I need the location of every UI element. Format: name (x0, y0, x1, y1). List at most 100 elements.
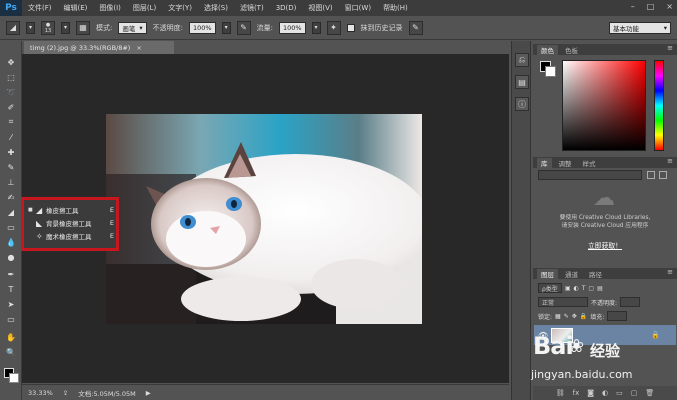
menu-file[interactable]: 文件(F) (22, 3, 58, 13)
filter-pixel-icon[interactable]: ▣ (565, 285, 571, 292)
blend-mode-select[interactable]: 正常 (538, 297, 588, 307)
hue-slider[interactable] (654, 60, 664, 151)
minimize-button[interactable]: – (631, 2, 635, 11)
layer-opacity-field[interactable] (620, 297, 641, 307)
filter-shape-icon[interactable]: ▢ (588, 285, 594, 292)
menu-type[interactable]: 文字(Y) (162, 3, 198, 13)
watermark-brand-2: 经验 (590, 342, 621, 360)
flyout-item-background-eraser[interactable]: ◣ 背景橡皮擦工具 E (28, 217, 116, 229)
tab-color[interactable]: 颜色 (537, 45, 558, 55)
tab-paths[interactable]: 路径 (585, 269, 606, 279)
menu-help[interactable]: 帮助(H) (377, 3, 414, 13)
history-brush-icon[interactable]: ✍ (5, 192, 17, 202)
workspace-select[interactable]: 基本功能 ▾ (609, 22, 671, 34)
panel-menu-icon[interactable]: ≡ (667, 157, 673, 165)
history-panel-icon[interactable]: ⎌ (515, 53, 529, 67)
list-view-icon[interactable] (659, 171, 667, 179)
hand-icon[interactable]: ✋ (5, 332, 17, 342)
chevron-right-icon[interactable]: ▶ (146, 389, 151, 397)
tab-swatches[interactable]: 色板 (561, 45, 582, 55)
marquee-icon[interactable]: ⬚ (5, 72, 17, 82)
panel-background-swatch[interactable] (545, 66, 556, 77)
dodge-icon[interactable]: ● (5, 252, 17, 262)
panel-menu-icon[interactable]: ≡ (667, 268, 673, 276)
move-icon[interactable]: ✥ (5, 57, 17, 67)
menu-filter[interactable]: 滤镜(T) (234, 3, 270, 13)
lock-pixels-icon[interactable]: ▦ (555, 313, 561, 320)
opacity-dropdown[interactable]: ▾ (221, 21, 231, 34)
filter-type-icon[interactable]: T (582, 285, 586, 292)
menu-edit[interactable]: 编辑(E) (58, 3, 94, 13)
lasso-icon[interactable]: ➰ (5, 87, 17, 97)
filter-smart-icon[interactable]: ▤ (597, 285, 603, 292)
type-icon[interactable]: T (5, 284, 17, 294)
info-panel-icon[interactable]: ⓘ (515, 97, 529, 111)
tab-layers[interactable]: 图层 (537, 269, 558, 279)
quick-select-icon[interactable]: ✐ (5, 102, 17, 112)
flow-dropdown[interactable]: ▾ (311, 21, 321, 34)
gradient-icon[interactable]: ▭ (5, 222, 17, 232)
history-checkbox[interactable] (346, 23, 355, 32)
eraser-preset-icon[interactable]: ◢ (6, 20, 20, 35)
fill-field[interactable] (607, 311, 628, 321)
flow-value: 100% (282, 23, 302, 32)
pressure-opacity-icon[interactable]: ✎ (236, 20, 251, 35)
menu-3d[interactable]: 3D(D) (270, 4, 303, 12)
path-select-icon[interactable]: ➤ (5, 299, 17, 309)
eraser-tool-flyout: ■ ◢ 橡皮擦工具 E ◣ 背景橡皮擦工具 E ✧ 魔术橡皮擦工具 E (21, 197, 119, 251)
brush-size-picker[interactable]: ● 13 (41, 20, 55, 35)
maximize-button[interactable]: □ (647, 2, 655, 11)
menu-view[interactable]: 视图(V) (302, 3, 338, 13)
tab-libraries[interactable]: 库 (537, 158, 552, 168)
eyedropper-icon[interactable]: ⁄ (5, 132, 17, 142)
layer-filter-select[interactable]: ρ类型 (538, 283, 562, 293)
shortcut-key: E (109, 219, 114, 227)
pressure-size-icon[interactable]: ✎ (408, 20, 423, 35)
flyout-item-eraser[interactable]: ■ ◢ 橡皮擦工具 E (28, 204, 116, 216)
opacity-value: 100% (192, 23, 212, 32)
lock-move-icon[interactable]: ✥ (572, 313, 577, 320)
flow-field[interactable]: 100% (278, 21, 306, 34)
crop-icon[interactable]: ⌗ (5, 117, 17, 127)
eraser-icon: ◢ (36, 205, 43, 215)
healing-icon[interactable]: ✚ (5, 147, 17, 157)
menu-image[interactable]: 图像(I) (93, 3, 127, 13)
zoom-level[interactable]: 33.33% (28, 389, 53, 397)
lock-paint-icon[interactable]: ✎ (564, 313, 569, 320)
menu-select[interactable]: 选择(S) (198, 3, 234, 13)
document-tab[interactable]: timg (2).jpg @ 33.3%(RGB/8#) × (24, 41, 174, 54)
shape-icon[interactable]: ▭ (5, 314, 17, 324)
filter-adjust-icon[interactable]: ◐ (573, 285, 578, 292)
library-select[interactable] (538, 170, 642, 180)
brush-dropdown[interactable]: ▾ (61, 21, 70, 34)
flyout-item-magic-eraser[interactable]: ✧ 魔术橡皮擦工具 E (28, 230, 116, 242)
opacity-field[interactable]: 100% (188, 21, 216, 34)
brush-icon[interactable]: ✎ (5, 162, 17, 172)
fill-label: 填充: (590, 313, 605, 321)
brush-panel-icon[interactable]: ▦ (76, 20, 90, 35)
mode-select[interactable]: 画笔 ▾ (118, 21, 147, 34)
tab-styles[interactable]: 样式 (579, 158, 600, 168)
status-bar: 33.33% ⇪ 文档:5.05M/5.05M ▶ (22, 384, 509, 400)
tab-adjustments[interactable]: 调整 (555, 158, 576, 168)
close-tab-button[interactable]: × (136, 44, 141, 52)
menu-layer[interactable]: 图层(L) (127, 3, 162, 13)
preset-dropdown[interactable]: ▾ (26, 21, 35, 34)
lock-all-icon[interactable]: 🔒 (580, 313, 587, 320)
close-button[interactable]: × (666, 2, 673, 11)
tab-channels[interactable]: 通道 (561, 269, 582, 279)
panel-menu-icon[interactable]: ≡ (667, 44, 673, 52)
pen-icon[interactable]: ✒ (5, 269, 17, 279)
blur-icon[interactable]: 💧 (5, 237, 17, 247)
eraser-icon[interactable]: ◢ (5, 207, 17, 217)
get-now-link[interactable]: 立即获取！ (538, 240, 672, 250)
grid-view-icon[interactable] (647, 171, 655, 179)
export-icon[interactable]: ⇪ (63, 389, 68, 397)
menu-window[interactable]: 窗口(W) (339, 3, 377, 13)
properties-panel-icon[interactable]: ▤ (515, 75, 529, 89)
stamp-icon[interactable]: ⊥ (5, 177, 17, 187)
zoom-icon[interactable]: 🔍 (5, 347, 17, 357)
background-color-swatch[interactable] (9, 373, 19, 383)
airbrush-icon[interactable]: ✦ (326, 20, 341, 35)
color-picker-field[interactable] (562, 60, 646, 151)
